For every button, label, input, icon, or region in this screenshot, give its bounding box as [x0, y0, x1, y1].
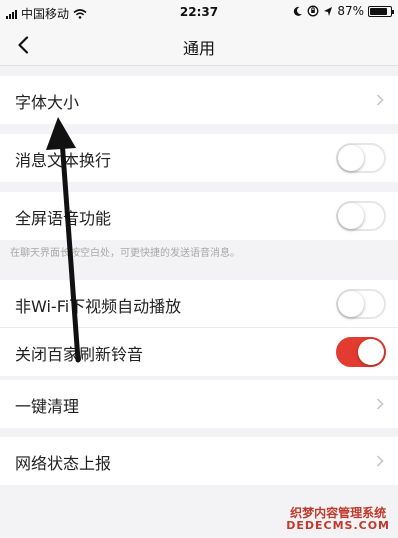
battery-percent: 87% [337, 4, 364, 18]
fullscreen-voice-toggle[interactable] [336, 201, 386, 231]
toggle-knob [358, 339, 384, 365]
settings-group-network: 网络状态上报 [0, 437, 398, 485]
clear-row[interactable]: 一键清理 [0, 380, 398, 428]
clear-label: 一键清理 [15, 397, 80, 416]
location-icon [324, 6, 333, 16]
chevron-right-icon [376, 455, 384, 467]
toggle-knob [338, 145, 364, 171]
status-right: 87% [292, 4, 394, 18]
close-ringtone-row: 关闭百家刷新铃音 [0, 328, 398, 376]
chevron-right-icon [376, 398, 384, 410]
voice-hint-text: 在聊天界面长按空白处，可更快捷的发送语音消息。 [10, 248, 240, 259]
nav-bar: 通用 [0, 24, 398, 66]
network-report-row[interactable]: 网络状态上报 [0, 437, 398, 485]
font-size-row[interactable]: 字体大小 [0, 76, 398, 124]
watermark-line1: 织梦内容管理系统 [290, 505, 387, 520]
network-report-label: 网络状态上报 [15, 454, 112, 473]
toggle-knob [338, 291, 364, 317]
autoplay-video-toggle[interactable] [336, 289, 386, 319]
watermark: 织梦内容管理系统 DEDECMS.COM [286, 505, 390, 532]
settings-group-clear: 一键清理 [0, 380, 398, 428]
autoplay-video-row: 非Wi-Fi下视频自动播放 [0, 280, 398, 328]
battery-fill [370, 7, 388, 15]
enter-newline-toggle[interactable] [336, 143, 386, 173]
status-bar: 中国移动 22:37 87% [0, 0, 398, 24]
battery-icon [368, 5, 394, 17]
settings-group-voice: 全屏语音功能 [0, 192, 398, 240]
settings-group-font: 字体大小 [0, 76, 398, 124]
orientation-lock-icon [307, 5, 319, 17]
enter-newline-row: 消息文本换行 [0, 134, 398, 182]
watermark-line2: DEDECMS.COM [286, 518, 390, 532]
close-ringtone-toggle[interactable] [336, 337, 386, 367]
enter-newline-label: 消息文本换行 [15, 151, 112, 170]
moon-icon [294, 6, 303, 16]
toggle-knob [338, 203, 364, 229]
settings-group-newline: 消息文本换行 [0, 134, 398, 182]
chevron-right-icon [376, 94, 384, 106]
page-title: 通用 [182, 39, 215, 58]
fullscreen-voice-row: 全屏语音功能 [0, 192, 398, 240]
fullscreen-voice-label: 全屏语音功能 [15, 209, 112, 228]
close-ringtone-label: 关闭百家刷新铃音 [15, 345, 144, 364]
font-size-label: 字体大小 [15, 93, 80, 112]
settings-group-media: 非Wi-Fi下视频自动播放 关闭百家刷新铃音 [0, 280, 398, 376]
autoplay-video-label: 非Wi-Fi下视频自动播放 [15, 297, 182, 316]
